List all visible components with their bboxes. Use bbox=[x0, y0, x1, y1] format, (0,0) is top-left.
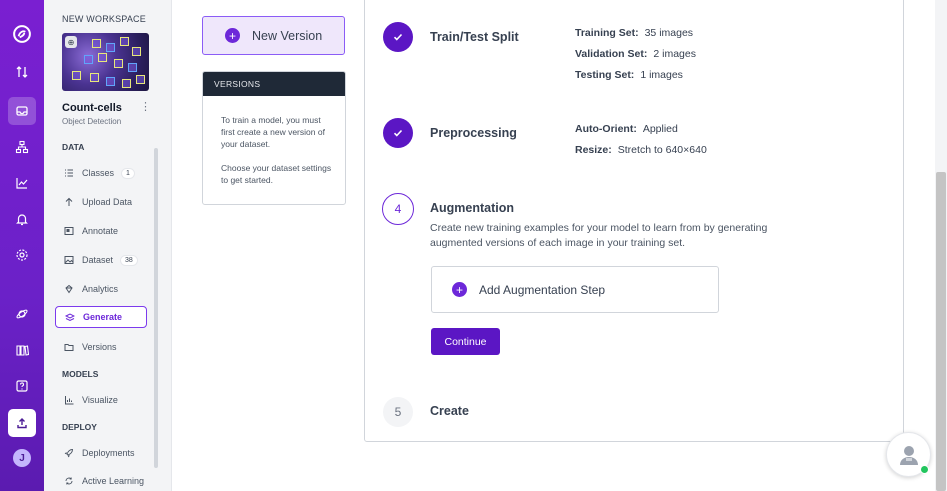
step-number-create: 5 bbox=[383, 397, 413, 427]
loop-icon bbox=[64, 476, 74, 486]
sidebar-item-generate[interactable]: Generate bbox=[55, 306, 147, 328]
universe-icon[interactable] bbox=[8, 300, 36, 328]
avatar[interactable]: J bbox=[13, 449, 31, 467]
arrow-up-icon bbox=[64, 197, 74, 207]
online-status-dot bbox=[920, 465, 929, 474]
bell-icon[interactable] bbox=[8, 205, 36, 233]
step-title-create: Create bbox=[430, 404, 469, 418]
new-version-button[interactable]: + New Version bbox=[202, 16, 345, 55]
training-set-info: Training Set: 35 images bbox=[575, 27, 694, 39]
testing-set-info: Testing Set: 1 images bbox=[575, 69, 683, 81]
auto-orient-info: Auto-Orient: Applied bbox=[575, 123, 678, 135]
workflow-icon[interactable] bbox=[8, 133, 36, 161]
folder-icon bbox=[64, 342, 74, 352]
page-scrollbar-thumb[interactable] bbox=[936, 172, 946, 491]
step-complete-check-icon[interactable] bbox=[383, 118, 413, 148]
sidebar-item-deployments[interactable]: Deployments bbox=[55, 442, 147, 464]
help-icon[interactable] bbox=[8, 372, 36, 400]
roboflow-logo-icon[interactable] bbox=[8, 20, 36, 48]
step-title-augmentation: Augmentation bbox=[430, 201, 515, 215]
sidebar-item-active-learning[interactable]: Active Learning bbox=[55, 470, 147, 491]
plus-icon: + bbox=[452, 282, 467, 297]
step-complete-check-icon[interactable] bbox=[383, 22, 413, 52]
resize-info: Resize: Stretch to 640×640 bbox=[575, 144, 707, 156]
app-rail: J bbox=[0, 0, 44, 491]
dataset-count-badge: 38 bbox=[120, 254, 138, 266]
plus-icon: + bbox=[225, 28, 240, 43]
sidebar-item-upload-data[interactable]: Upload Data bbox=[55, 191, 147, 213]
rocket-icon bbox=[64, 448, 74, 458]
validation-set-info: Validation Set: 2 images bbox=[575, 48, 696, 60]
workspace-label[interactable]: NEW WORKSPACE bbox=[62, 14, 146, 24]
sidebar-item-annotate[interactable]: Annotate bbox=[55, 220, 147, 242]
more-options-icon[interactable]: ⋮ bbox=[140, 100, 151, 113]
sidebar-item-visualize[interactable]: Visualize bbox=[55, 389, 147, 411]
add-augmentation-step-button[interactable]: + Add Augmentation Step bbox=[431, 266, 719, 313]
section-data: DATA bbox=[62, 142, 85, 152]
versions-header: VERSIONS bbox=[203, 72, 345, 96]
project-sidebar: NEW WORKSPACE ⊕ Count-cells ⋮ Object Det… bbox=[44, 0, 172, 491]
sidebar-item-classes[interactable]: Classes 1 bbox=[55, 162, 147, 184]
project-type: Object Detection bbox=[62, 117, 122, 126]
step-title-split[interactable]: Train/Test Split bbox=[430, 30, 519, 44]
augmentation-description: Create new training examples for your mo… bbox=[430, 222, 768, 249]
upload-icon[interactable] bbox=[8, 409, 36, 437]
support-agent-icon bbox=[899, 445, 918, 465]
annotate-icon bbox=[64, 226, 74, 236]
sidebar-item-analytics[interactable]: Analytics bbox=[55, 278, 147, 300]
thumb-badge-icon: ⊕ bbox=[65, 36, 77, 48]
image-icon bbox=[64, 255, 74, 265]
sidebar-scrollbar[interactable] bbox=[154, 148, 158, 468]
support-chat-button[interactable] bbox=[886, 432, 931, 477]
classes-count-badge: 1 bbox=[121, 167, 135, 179]
sidebar-item-versions[interactable]: Versions bbox=[55, 336, 147, 358]
versions-panel: VERSIONS To train a model, you must firs… bbox=[202, 71, 346, 205]
docs-icon[interactable] bbox=[8, 336, 36, 364]
chart-icon bbox=[64, 395, 74, 405]
diamond-icon bbox=[64, 284, 74, 294]
page-scrollbar[interactable] bbox=[935, 0, 947, 491]
project-name: Count-cells bbox=[62, 102, 122, 114]
layers-icon bbox=[65, 312, 75, 322]
projects-icon[interactable] bbox=[8, 97, 36, 125]
versions-empty-message: To train a model, you must first create … bbox=[221, 115, 332, 185]
continue-button[interactable]: Continue bbox=[431, 328, 500, 355]
section-deploy: DEPLOY bbox=[62, 422, 97, 432]
project-thumbnail[interactable]: ⊕ bbox=[62, 33, 149, 91]
step-number-augmentation: 4 bbox=[382, 193, 414, 225]
gear-icon[interactable] bbox=[8, 241, 36, 269]
section-models: MODELS bbox=[62, 369, 99, 379]
step-title-preprocessing[interactable]: Preprocessing bbox=[430, 126, 517, 140]
list-icon bbox=[64, 168, 74, 178]
analytics-icon[interactable] bbox=[8, 169, 36, 197]
sort-icon[interactable] bbox=[8, 58, 36, 86]
sidebar-item-dataset[interactable]: Dataset 38 bbox=[55, 249, 147, 271]
